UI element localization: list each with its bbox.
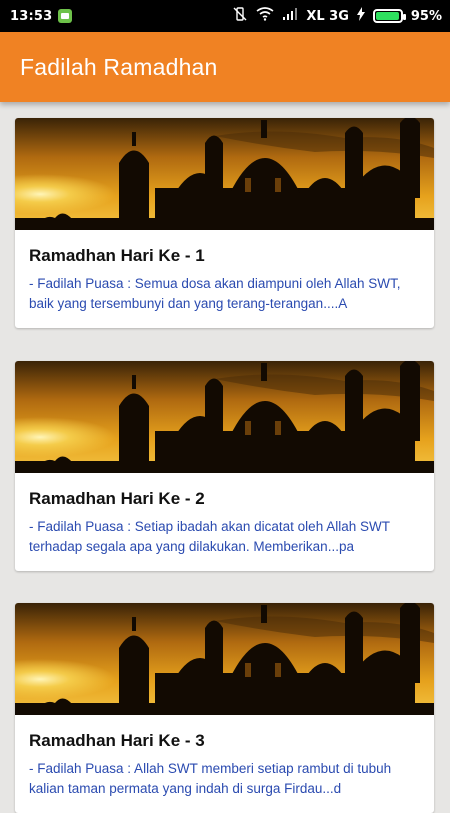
mosque-sunset-image [15,603,434,715]
app-bar: Fadilah Ramadhan [0,32,450,102]
network-label: XL 3G [306,8,349,24]
clock: 13:53 [10,8,53,24]
mosque-sunset-image [15,361,434,473]
card-title: Ramadhan Hari Ke - 3 [29,731,205,750]
battery-percentage: 95% [410,8,442,24]
card-title: Ramadhan Hari Ke - 1 [29,246,205,265]
status-bar: 13:53 XL 3G 95% [0,0,450,32]
card-description: - Fadilah Puasa : Allah SWT memberi seti… [29,761,392,796]
card-day-3[interactable]: Ramadhan Hari Ke - 3 - Fadilah Puasa : A… [15,603,434,813]
app-title: Fadilah Ramadhan [20,53,218,80]
mosque-sunset-image [15,118,434,230]
vibrate-off-icon [232,6,248,26]
wifi-icon [256,7,274,25]
signal-icon [282,7,298,25]
card-description: - Fadilah Puasa : Setiap ibadah akan dic… [29,519,390,554]
charging-icon [356,7,365,25]
notification-app-icon [58,9,73,23]
status-icons: XL 3G 95% [232,6,442,26]
card-title: Ramadhan Hari Ke - 2 [29,489,205,508]
battery-icon [372,9,406,23]
card-day-2[interactable]: Ramadhan Hari Ke - 2 - Fadilah Puasa : S… [15,361,434,571]
card-day-1[interactable]: Ramadhan Hari Ke - 1 - Fadilah Puasa : S… [15,118,434,328]
card-description: - Fadilah Puasa : Semua dosa akan diampu… [29,276,401,311]
